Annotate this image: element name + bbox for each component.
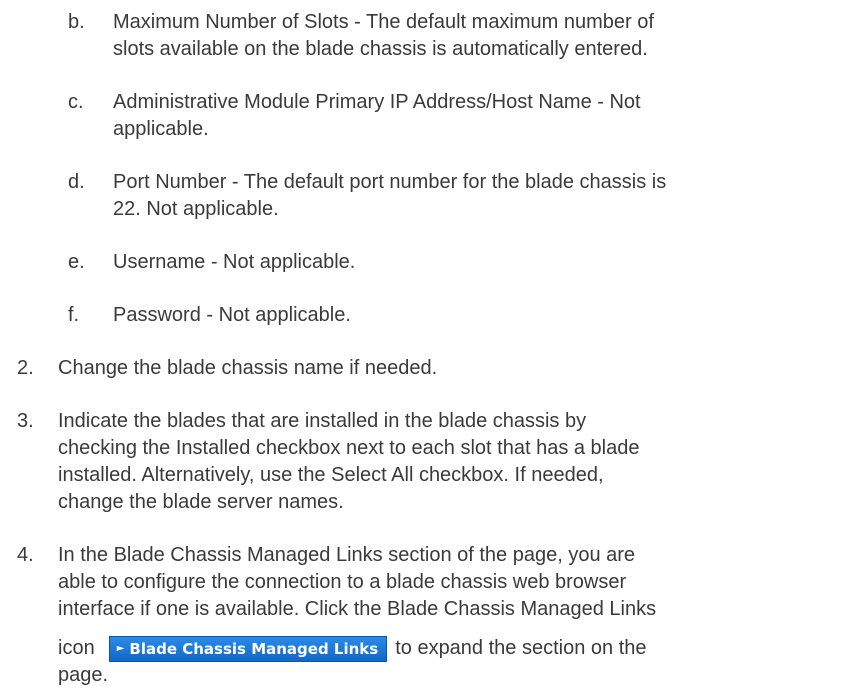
step-text: Change the blade chassis name if needed. [58,355,837,382]
text-after-button: to expand the section on the [395,637,647,659]
text-line: slots available on the blade chassis is … [113,38,648,60]
substep-marker: d. [68,171,85,193]
icon-word: icon [58,637,95,659]
substep-text: Password - Not applicable. [113,302,838,329]
text-line: Username - Not applicable. [113,251,356,273]
substep-d: d. Port Number - The default port number… [68,169,838,223]
text-line: Maximum Number of Slots - The default ma… [113,11,654,33]
substep-marker: e. [68,251,85,273]
text-line: Change the blade chassis name if needed. [58,357,438,379]
expand-triangle-icon: ► [116,643,125,654]
text-line: Password - Not applicable. [113,304,351,326]
text-line: interface if one is available. Click the… [58,598,657,620]
substep-text: Maximum Number of Slots - The default ma… [113,9,838,63]
substep-marker: f. [68,304,80,326]
text-line: Indicate the blades that are installed i… [58,410,587,432]
text-line: able to configure the connection to a bl… [58,571,627,593]
step-marker: 3. [17,410,34,432]
blade-chassis-managed-links-button[interactable]: ► Blade Chassis Managed Links [108,636,388,662]
step-4: 4. In the Blade Chassis Managed Links se… [17,542,837,689]
substep-e: e. Username - Not applicable. [68,249,838,276]
substep-text: Port Number - The default port number fo… [113,169,838,223]
text-line: installed. Alternatively, use the Select… [58,464,604,486]
text-line: 22. Not applicable. [113,198,279,220]
text-line: applicable. [113,118,209,140]
substep-f: f. Password - Not applicable. [68,302,838,329]
substep-marker: b. [68,11,85,33]
text-line: page. [58,664,109,686]
substep-text: Username - Not applicable. [113,249,838,276]
step-2: 2. Change the blade chassis name if need… [17,355,837,382]
substep-text: Administrative Module Primary IP Address… [113,89,838,143]
text-line: change the blade server names. [58,491,344,513]
step-marker: 2. [17,357,34,379]
substep-marker: c. [68,91,84,113]
step-3: 3. Indicate the blades that are installe… [17,408,837,516]
text-line-with-button: icon ► Blade Chassis Managed Links to ex… [58,623,837,662]
text-line: Administrative Module Primary IP Address… [113,91,641,113]
step-marker: 4. [17,544,34,566]
step-text: Indicate the blades that are installed i… [58,408,837,516]
substep-c: c. Administrative Module Primary IP Addr… [68,89,838,143]
substep-b: b. Maximum Number of Slots - The default… [68,9,838,63]
text-line: checking the Installed checkbox next to … [58,437,640,459]
button-label: Blade Chassis Managed Links [129,640,379,658]
step-text: In the Blade Chassis Managed Links secti… [58,542,837,689]
text-line: In the Blade Chassis Managed Links secti… [58,544,636,566]
text-line: Port Number - The default port number fo… [113,171,667,193]
